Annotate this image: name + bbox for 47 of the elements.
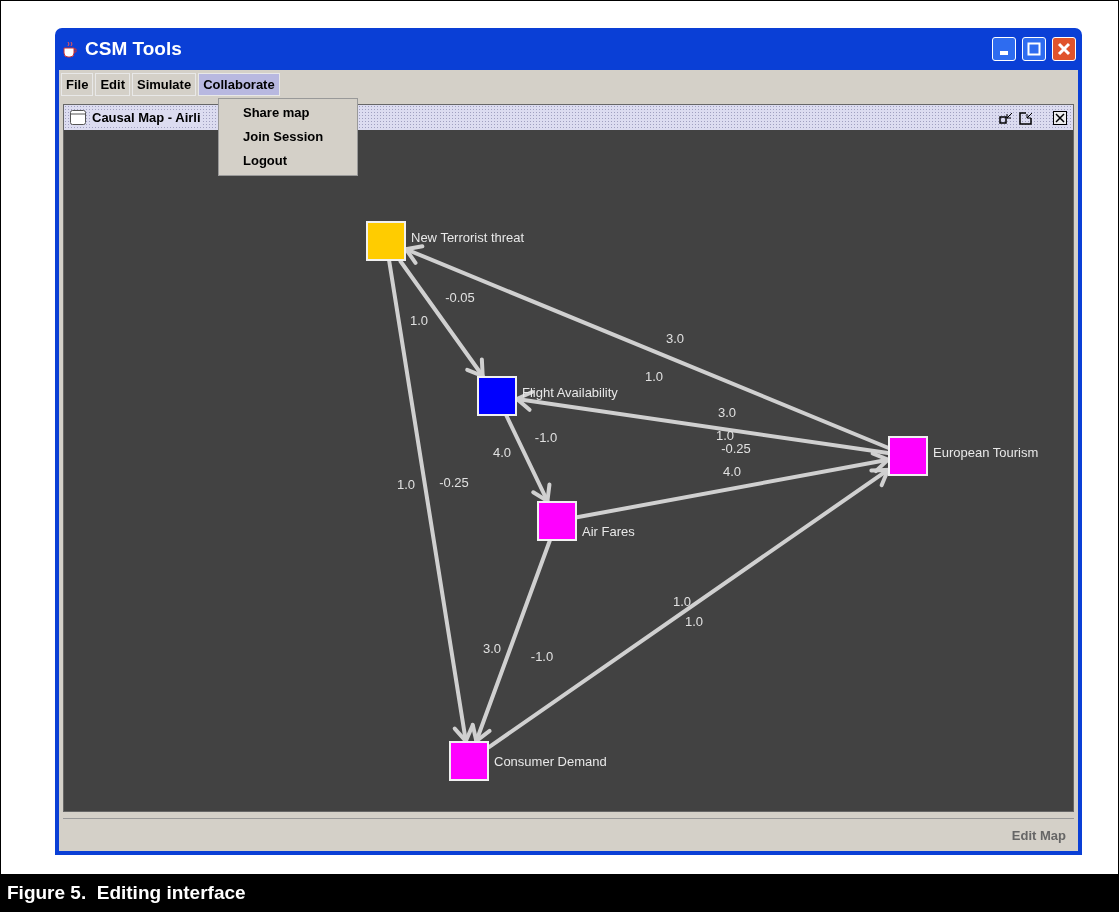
weight-label: -1.0 [534, 430, 558, 445]
menu-item[interactable]: Edit [95, 72, 130, 96]
close-icon[interactable] [1053, 110, 1067, 125]
node-square[interactable] [449, 741, 489, 781]
weight-label: -1.0 [530, 649, 554, 664]
menu-entry[interactable]: Share map [219, 101, 357, 125]
menu-entry[interactable]: Join Session [219, 125, 357, 149]
minimize-button[interactable] [992, 37, 1016, 61]
menu-item[interactable]: Simulate [131, 72, 197, 96]
weight-label: 3.0 [717, 405, 737, 420]
weight-label: 1.0 [715, 428, 735, 443]
weight-label: 1.0 [644, 369, 664, 384]
minimize-icon [1000, 51, 1008, 55]
node-label: Air Fares [582, 524, 635, 539]
node-square[interactable] [477, 376, 517, 416]
node-label: New Terrorist threat [411, 230, 525, 245]
maximize-icon[interactable] [1019, 110, 1033, 125]
weight-label: -0.25 [721, 441, 751, 456]
figure-caption: Figure 5. Editing interface [7, 882, 246, 904]
weight-label: -0.05 [445, 290, 475, 305]
node-label: European Tourism [933, 445, 1039, 460]
minimize-icon[interactable] [999, 110, 1013, 125]
weight-label: 1.0 [396, 477, 416, 492]
menu-item[interactable]: File [61, 72, 94, 96]
weight-label: 1.0 [672, 594, 692, 609]
weight-label: 3.0 [665, 331, 685, 346]
node-square[interactable] [888, 436, 928, 476]
node-label: Consumer Demand [494, 754, 607, 769]
node-square[interactable] [366, 221, 406, 261]
weight-label: 4.0 [722, 464, 742, 479]
close-icon [1057, 42, 1071, 56]
maximize-button[interactable] [1022, 37, 1046, 61]
node-square[interactable] [537, 501, 577, 541]
window-title: CSM Tools [85, 38, 183, 60]
menu-item[interactable]: Collaborate [198, 72, 280, 96]
weight-label: 3.0 [482, 641, 502, 656]
weight-label: -0.25 [439, 475, 469, 490]
weight-label: 4.0 [492, 445, 512, 460]
frame-title: Causal Map - Airli [92, 110, 201, 125]
menu-entry[interactable]: Logout [219, 149, 357, 173]
weight-label: 1.0 [684, 614, 704, 629]
maximize-icon [1027, 42, 1041, 56]
cup-icon [61, 40, 79, 58]
weight-label: 1.0 [409, 313, 429, 328]
status-text: Edit Map [1011, 827, 1066, 843]
window-icon [70, 110, 86, 125]
close-button[interactable] [1052, 37, 1076, 61]
